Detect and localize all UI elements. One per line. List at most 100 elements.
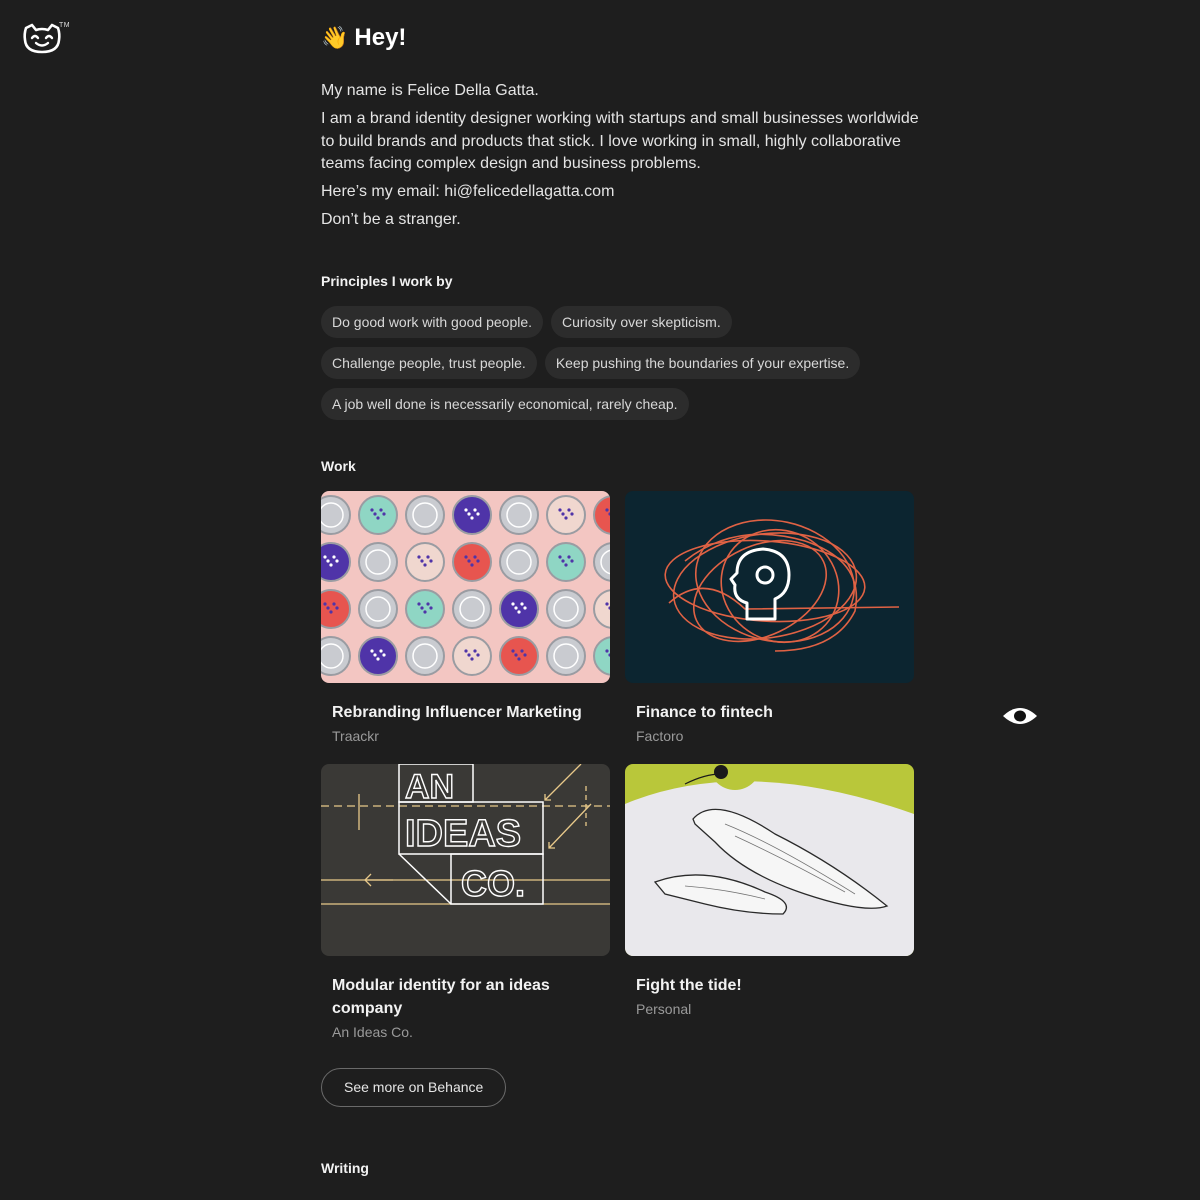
pin-dot-decoration: [335, 605, 339, 610]
pin-dot-decoration: [423, 562, 427, 567]
pin-button-decoration: [321, 541, 351, 582]
pin-button-decoration: [499, 494, 539, 535]
pin-dot-decoration: [520, 601, 524, 606]
work-card-client: Factoro: [636, 727, 684, 744]
see-more-behance-button[interactable]: See more on Behance: [321, 1067, 507, 1107]
greeting-text: Hey!: [354, 24, 407, 51]
principles-heading: Principles I work by: [321, 272, 453, 289]
pin-dot-decoration: [564, 515, 568, 520]
principle-chip: A job well done is necessarily economica…: [321, 387, 689, 420]
pin-dot-decoration: [323, 554, 327, 559]
pin-button-decoration: [358, 635, 398, 676]
work-card-ideas-co[interactable]: AN IDEAS CO. Modular identity for an ide…: [321, 763, 610, 1064]
email-label: Here’s my email:: [321, 183, 445, 200]
pin-dot-decoration: [476, 558, 480, 563]
pin-button-decoration: [358, 588, 398, 629]
page-title: 👋 Hey!: [321, 24, 921, 52]
trademark-mark: TM: [59, 22, 71, 29]
work-card-title: Finance to fintech: [636, 703, 773, 721]
pin-dot-decoration: [417, 601, 421, 606]
pin-dot-decoration: [520, 648, 524, 653]
pin-button-decoration: [546, 588, 586, 629]
pin-dot-decoration: [464, 648, 468, 653]
work-card-factoro[interactable]: Finance to fintech Factoro: [625, 490, 914, 764]
work-card-client: Personal: [636, 1000, 692, 1017]
pin-dot-decoration: [470, 656, 474, 661]
pin-dot-decoration: [570, 558, 574, 563]
pin-dot-decoration: [564, 562, 568, 567]
pin-button-decoration: [405, 588, 445, 629]
work-card-title: Fight the tide!: [636, 976, 742, 994]
eye-cursor: [1002, 704, 1038, 728]
pin-dot-decoration: [523, 652, 527, 657]
email-link[interactable]: hi@felicedellagatta.com: [444, 183, 614, 200]
pin-dot-decoration: [420, 558, 424, 563]
work-card-fight-the-tide[interactable]: Fight the tide! Personal: [625, 763, 914, 1064]
work-thumbnail: [321, 490, 610, 683]
pin-dot-decoration: [514, 605, 518, 610]
pin-button-decoration: [405, 541, 445, 582]
main-content: 👋 Hey! My name is Felice Della Gatta. I …: [321, 0, 921, 1176]
pin-dot-decoration: [567, 507, 571, 512]
thumb-text-ideas: IDEAS: [405, 813, 521, 855]
pin-dot-decoration: [605, 507, 609, 512]
pin-dot-decoration: [373, 652, 377, 657]
pin-dot-decoration: [561, 511, 565, 516]
pin-dot-decoration: [382, 511, 386, 516]
pin-dot-decoration: [379, 507, 383, 512]
pin-dot-decoration: [605, 601, 609, 606]
pin-dot-decoration: [567, 554, 571, 559]
pin-button-decoration: [321, 588, 351, 629]
scribble-head-image: [625, 490, 914, 683]
principles-list: Do good work with good people. Curiosity…: [321, 305, 921, 420]
work-thumbnail: [625, 763, 914, 956]
pin-dot-decoration: [605, 648, 609, 653]
pin-button-decoration: [546, 494, 586, 535]
pin-button-decoration: [405, 635, 445, 676]
waving-hand-emoji: 👋: [321, 25, 349, 50]
pin-dot-decoration: [523, 605, 527, 610]
pin-dot-decoration: [423, 609, 427, 614]
pin-dot-decoration: [473, 554, 477, 559]
thumb-text-co: CO.: [461, 863, 525, 904]
pin-dot-decoration: [470, 562, 474, 567]
pin-dot-decoration: [464, 554, 468, 559]
work-card-title: Rebranding Influencer Marketing: [332, 703, 582, 721]
work-card-traackr[interactable]: Rebranding Influencer Marketing Traackr: [321, 490, 610, 764]
pin-button-decoration: [452, 494, 492, 535]
pin-dot-decoration: [335, 558, 339, 563]
pin-dot-decoration: [561, 558, 565, 563]
pin-button-decoration: [358, 494, 398, 535]
logo[interactable]: [22, 22, 62, 56]
principle-chip: Challenge people, trust people.: [321, 346, 537, 379]
pin-dot-decoration: [476, 652, 480, 657]
pin-button-decoration: [452, 635, 492, 676]
pin-dot-decoration: [426, 601, 430, 606]
pin-dot-decoration: [464, 507, 468, 512]
pin-dot-decoration: [473, 648, 477, 653]
pin-dot-decoration: [326, 558, 330, 563]
pin-dot-decoration: [417, 554, 421, 559]
pin-dot-decoration: [370, 507, 374, 512]
pin-button-decoration: [499, 635, 539, 676]
eye-icon: [1003, 708, 1037, 724]
work-grid: Rebranding Influencer Marketing Traackr: [321, 490, 921, 1064]
thumb-text-an: AN: [405, 768, 454, 806]
work-heading: Work: [321, 457, 356, 474]
pin-dot-decoration: [429, 605, 433, 610]
pin-dot-decoration: [370, 648, 374, 653]
pin-button-decoration: [546, 541, 586, 582]
ideas-co-logo-image: AN IDEAS CO.: [321, 763, 610, 956]
pin-dot-decoration: [326, 605, 330, 610]
intro-bio: I am a brand identity designer working w…: [321, 110, 919, 172]
pin-dot-decoration: [429, 558, 433, 563]
work-thumbnail: AN IDEAS CO.: [321, 763, 610, 956]
pin-dot-decoration: [382, 652, 386, 657]
pin-button-decoration: [499, 588, 539, 629]
writing-heading: Writing: [321, 1159, 369, 1176]
pin-dot-decoration: [470, 515, 474, 520]
intro-closing: Don’t be a stranger.: [321, 211, 461, 228]
pin-dot-decoration: [467, 511, 471, 516]
pin-button-decoration: [546, 635, 586, 676]
pin-dot-decoration: [517, 656, 521, 661]
